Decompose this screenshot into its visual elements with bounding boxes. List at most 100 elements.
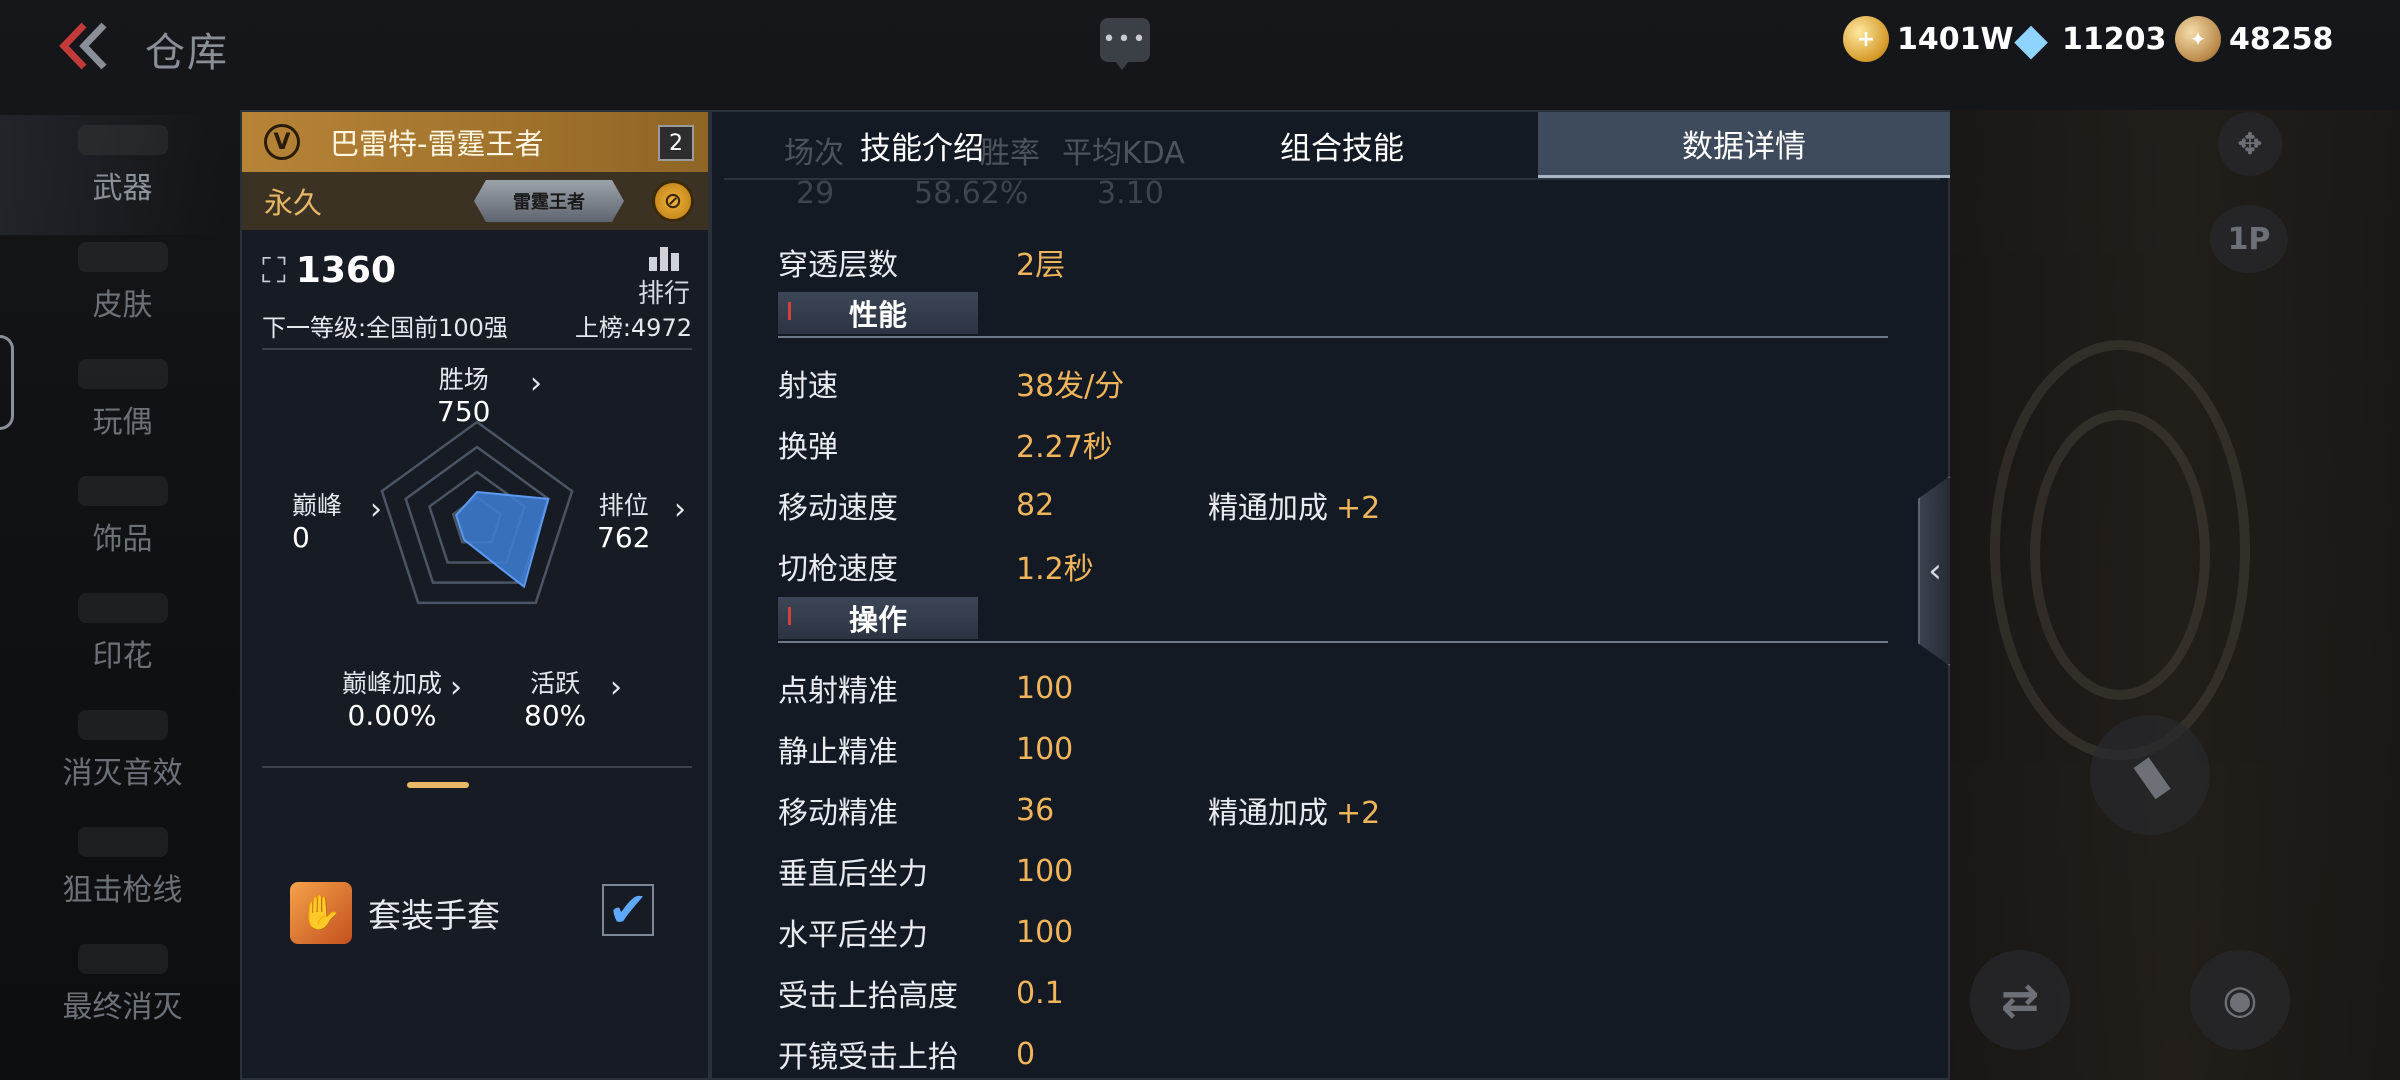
sidebar-item-skins[interactable]: 皮肤 (20, 232, 225, 332)
detail-label: 开镜受击上抬 (778, 1040, 958, 1075)
stat-value: 762 (597, 521, 651, 554)
back-button[interactable] (55, 18, 115, 73)
sidebar-item-stickers[interactable]: 印花 (20, 583, 225, 683)
suit-glove-row: ✋ 套装手套 (290, 882, 500, 944)
weapon-card: V 巴雷特-雷霆王者 2 永久 雷霆王者 ⊘ ⛶ 1360 排行 下一等级:全国… (240, 110, 710, 1080)
currency-diamond[interactable]: ◆ 11203 (2008, 13, 2167, 65)
sidebar-item-label: 武器 (92, 171, 153, 206)
detail-label: 受击上抬高度 (778, 979, 958, 1014)
divider (262, 766, 692, 768)
section-performance: 性能 (778, 292, 1888, 340)
tab-combo-skills[interactable]: 组合技能 (1232, 112, 1452, 178)
stat-label: 巅峰 (292, 491, 343, 520)
chevron-right-icon: › (450, 670, 462, 705)
chat-button[interactable]: ••• (1100, 18, 1150, 70)
leaderboard-icon (649, 247, 679, 271)
stat-rank[interactable]: 排位 762 (597, 490, 650, 554)
sidebar-item-final-kill[interactable]: 最终消灭 (20, 934, 225, 1034)
leaderboard-button[interactable]: 排行 (634, 244, 694, 310)
sidebar-item-sniper-lines[interactable]: 狙击枪线 (20, 817, 225, 917)
radar-fill (454, 490, 550, 589)
page-indicator (407, 782, 469, 788)
sidebar-item-accessories[interactable]: 饰品 (20, 466, 225, 566)
tab-data-details[interactable]: 数据详情 (1538, 112, 1950, 178)
bg-value-winrate: 58.62% (914, 176, 1029, 211)
radar-chart (380, 420, 574, 605)
skin-icon (77, 242, 168, 272)
glove-icon: ✋ (290, 882, 352, 944)
collapse-panel-button[interactable]: ‹ (1918, 476, 1950, 666)
medal-amount: 48258 (2229, 21, 2334, 57)
currency-gold[interactable]: + 1401W (1843, 16, 2014, 62)
stat-label: 活跃 (530, 669, 581, 698)
bullet-button[interactable]: ▮ (2090, 715, 2210, 835)
glove-checkbox[interactable]: ✔ (602, 882, 654, 938)
bonus-label: 精通加成 (1208, 491, 1328, 526)
sidebar-item-label: 印花 (92, 639, 153, 674)
detail-value: 100 (1016, 670, 1074, 706)
sticker-icon (77, 593, 168, 623)
stat-activity[interactable]: 活跃 80% (524, 668, 586, 732)
eye-slash-icon: ◉ (2222, 977, 2258, 1023)
swap-icon: ⇄ (2000, 973, 2040, 1027)
next-level-text: 下一等级:全国前100强 (262, 314, 508, 342)
detail-label: 垂直后坐力 (778, 857, 928, 892)
sidebar-item-weapons[interactable]: 武器 (0, 115, 225, 235)
sidebar-item-dolls[interactable]: 玩偶 (20, 349, 225, 449)
first-person-label: 1P (2227, 221, 2271, 257)
ranking-text: 上榜:4972 (574, 314, 692, 342)
weapon-data-panel: 场次 胜率 平均KDA 29 58.62% 3.10 技能介绍 组合技能 数据详… (710, 110, 1950, 1080)
stat-value: 0 (292, 521, 310, 554)
sidebar-edge-tab[interactable] (0, 335, 14, 430)
detail-value: 2.27秒 (1016, 430, 1113, 465)
bonus-value: +2 (1336, 796, 1381, 831)
score-icon: ⛶ (262, 250, 286, 291)
diamond-icon: ◆ (2014, 13, 2048, 65)
detail-row-static-accuracy: 静止精准 100 (778, 729, 1208, 771)
diamond-amount: 11203 (2062, 21, 2167, 57)
detail-value: 100 (1016, 914, 1074, 950)
sidebar-item-label: 皮肤 (92, 288, 153, 323)
skull-icon (77, 944, 168, 974)
section-operation: 操作 (778, 597, 1888, 645)
weapon-card-header: V 巴雷特-雷霆王者 2 (242, 112, 708, 172)
stat-peak-bonus[interactable]: 巅峰加成 0.00% (342, 668, 442, 732)
chevron-left-icon: ‹ (1928, 551, 1942, 591)
bg-value-matches: 29 (796, 176, 835, 211)
view-toggle-button[interactable]: ◉ (2190, 950, 2290, 1050)
detail-row-penetration: 穿透层数 2层 (778, 242, 1208, 283)
detail-tabs: 技能介绍 组合技能 数据详情 (712, 112, 1952, 178)
tab-skill-intro[interactable]: 技能介绍 (812, 112, 1032, 178)
background-shooting-range (1950, 110, 2400, 1080)
switch-weapon-button[interactable]: ⇄ (1970, 950, 2070, 1050)
weapon-duration: 永久 (264, 186, 323, 220)
glove-label: 套装手套 (368, 896, 500, 935)
top-bar: 仓库 ••• + 1401W ◆ 11203 ✦ 48258 (0, 0, 2400, 90)
tab-label: 数据详情 (1682, 129, 1806, 165)
detail-row-burst-accuracy: 点射精准 100 (778, 668, 1208, 710)
gold-amount: 1401W (1897, 21, 2014, 57)
emblem-icon[interactable]: ⊘ (652, 180, 694, 222)
detail-label: 射速 (778, 369, 838, 404)
dpad-icon: ✥ (2237, 126, 2263, 162)
currency-medal[interactable]: ✦ 48258 (2175, 16, 2333, 62)
detail-value: 2层 (1016, 248, 1066, 283)
section-title: 操作 (778, 597, 978, 639)
chevron-right-icon: › (674, 492, 686, 527)
sound-icon (77, 710, 168, 740)
mastery-bonus: 精通加成 +2 (1208, 788, 1380, 832)
sidebar-item-label: 玩偶 (92, 405, 153, 440)
settings-button[interactable]: ✥ (2218, 112, 2282, 176)
mastery-bonus: 精通加成 +2 (1208, 483, 1380, 527)
sidebar-item-kill-sounds[interactable]: 消灭音效 (20, 700, 225, 800)
detail-value: 1.2秒 (1016, 552, 1094, 587)
tab-label: 组合技能 (1280, 130, 1404, 167)
stat-label: 胜场 (438, 365, 489, 394)
detail-row-move-accuracy: 移动精准 36 精通加成 +2 (778, 788, 1380, 832)
detail-label: 水平后坐力 (778, 918, 928, 953)
stat-value: 0.00% (347, 699, 437, 732)
bullet-icon: ▮ (2122, 743, 2178, 807)
first-person-button[interactable]: 1P (2210, 205, 2288, 273)
detail-value: 100 (1016, 731, 1074, 767)
stat-peak[interactable]: 巅峰 0 (292, 490, 342, 554)
